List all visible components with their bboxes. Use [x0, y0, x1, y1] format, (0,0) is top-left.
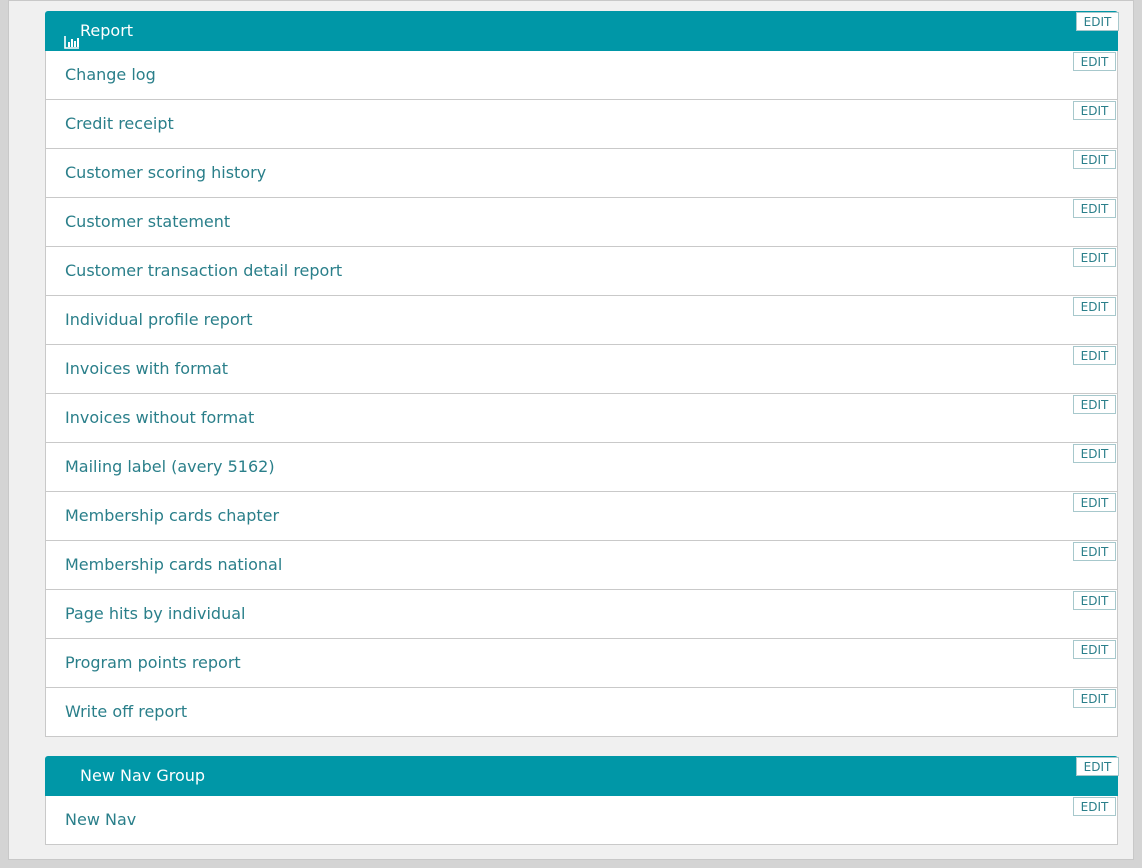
list-item: Invoices with format EDIT [45, 345, 1118, 394]
edit-item-button[interactable]: EDIT [1073, 297, 1116, 316]
page-frame: Report EDIT Change log EDIT Credit receipt… [8, 0, 1134, 860]
group-header-report: Report EDIT [45, 11, 1119, 51]
nav-item-link[interactable]: Change log [65, 63, 156, 87]
list-item: Customer scoring history EDIT [45, 149, 1118, 198]
list-item: Program points report EDIT [45, 639, 1118, 688]
group-title: Report [80, 21, 134, 40]
list-item: Credit receipt EDIT [45, 100, 1118, 149]
nav-item-link[interactable]: Page hits by individual [65, 602, 245, 626]
bar-chart-icon [64, 24, 80, 49]
list-item: Membership cards chapter EDIT [45, 492, 1118, 541]
nav-group-report: Report EDIT Change log EDIT Credit receipt… [45, 11, 1119, 737]
nav-item-link[interactable]: Membership cards chapter [65, 504, 279, 528]
nav-item-list: New Nav EDIT [45, 796, 1118, 845]
list-item: Membership cards national EDIT [45, 541, 1118, 590]
edit-item-button[interactable]: EDIT [1073, 52, 1116, 71]
nav-item-link[interactable]: Write off report [65, 700, 187, 724]
edit-item-button[interactable]: EDIT [1073, 346, 1116, 365]
nav-item-link[interactable]: Invoices with format [65, 357, 228, 381]
nav-item-link[interactable]: Invoices without format [65, 406, 254, 430]
list-item: Individual profile report EDIT [45, 296, 1118, 345]
group-title: New Nav Group [80, 766, 206, 785]
edit-group-button[interactable]: EDIT [1076, 757, 1119, 776]
list-item: Write off report EDIT [45, 688, 1118, 737]
nav-item-link[interactable]: Individual profile report [65, 308, 253, 332]
nav-item-link[interactable]: Customer scoring history [65, 161, 266, 185]
nav-item-link[interactable]: Customer transaction detail report [65, 259, 342, 283]
group-header-new-nav: New Nav Group EDIT [45, 756, 1119, 796]
edit-item-button[interactable]: EDIT [1073, 248, 1116, 267]
list-item: Change log EDIT [45, 51, 1118, 100]
edit-item-button[interactable]: EDIT [1073, 797, 1116, 816]
edit-item-button[interactable]: EDIT [1073, 444, 1116, 463]
list-item: Invoices without format EDIT [45, 394, 1118, 443]
report-item-list: Change log EDIT Credit receipt EDIT Customer… [45, 51, 1118, 737]
list-item: Mailing label (avery 5162) EDIT [45, 443, 1118, 492]
edit-item-button[interactable]: EDIT [1073, 591, 1116, 610]
edit-item-button[interactable]: EDIT [1073, 542, 1116, 561]
nav-item-link[interactable]: Credit receipt [65, 112, 174, 136]
edit-group-button[interactable]: EDIT [1076, 12, 1119, 31]
nav-item-link[interactable]: New Nav [65, 808, 136, 832]
nav-item-link[interactable]: Customer statement [65, 210, 230, 234]
edit-item-button[interactable]: EDIT [1073, 493, 1116, 512]
edit-item-button[interactable]: EDIT [1073, 640, 1116, 659]
list-item: New Nav EDIT [45, 796, 1118, 845]
list-item: Customer transaction detail report EDIT [45, 247, 1118, 296]
edit-item-button[interactable]: EDIT [1073, 199, 1116, 218]
nav-group-new: New Nav Group EDIT New Nav EDIT [45, 756, 1119, 845]
nav-item-link[interactable]: Mailing label (avery 5162) [65, 455, 275, 479]
edit-item-button[interactable]: EDIT [1073, 150, 1116, 169]
edit-item-button[interactable]: EDIT [1073, 101, 1116, 120]
nav-item-link[interactable]: Program points report [65, 651, 241, 675]
nav-item-link[interactable]: Membership cards national [65, 553, 282, 577]
edit-item-button[interactable]: EDIT [1073, 395, 1116, 414]
edit-item-button[interactable]: EDIT [1073, 689, 1116, 708]
list-item: Customer statement EDIT [45, 198, 1118, 247]
list-item: Page hits by individual EDIT [45, 590, 1118, 639]
